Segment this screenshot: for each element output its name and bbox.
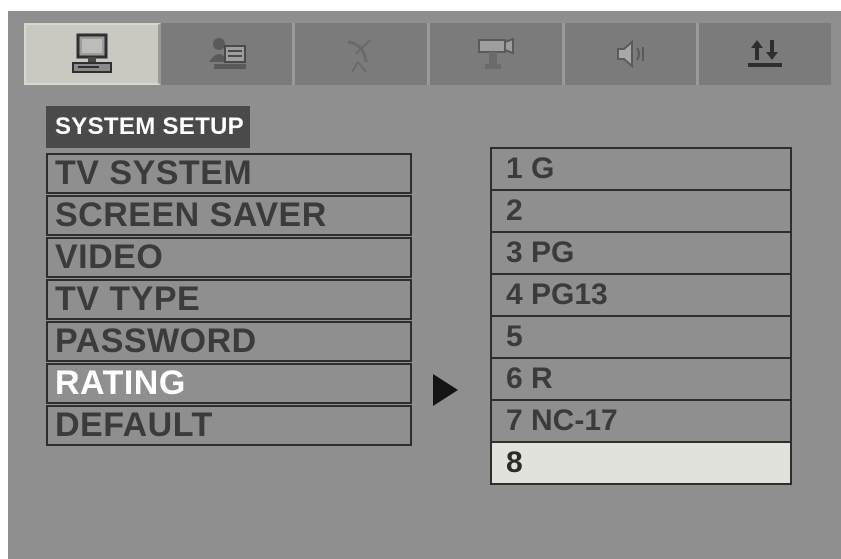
menu-item-rating[interactable]: RATING <box>46 363 412 404</box>
setup-tab-bar <box>24 23 832 85</box>
arrows-icon <box>742 32 788 76</box>
selection-arrow-icon <box>433 374 458 406</box>
rating-option-8[interactable]: 8 <box>492 443 790 483</box>
menu-item-tv-system[interactable]: TV SYSTEM <box>46 153 412 194</box>
menu-item-default[interactable]: DEFAULT <box>46 405 412 446</box>
tab-audio[interactable] <box>295 23 431 85</box>
menu-item-screen-saver[interactable]: SCREEN SAVER <box>46 195 412 236</box>
rating-option-6[interactable]: 6 R <box>492 359 790 401</box>
rating-option-5[interactable]: 5 <box>492 317 790 359</box>
setup-screen: SYSTEM SETUP TV SYSTEM SCREEN SAVER VIDE… <box>8 11 841 559</box>
camera-icon <box>473 32 519 76</box>
menu-item-password[interactable]: PASSWORD <box>46 321 412 362</box>
tab-preference[interactable] <box>699 23 832 85</box>
menu-item-video[interactable]: VIDEO <box>46 237 412 278</box>
rating-option-3[interactable]: 3 PG <box>492 233 790 275</box>
menu-item-tv-type[interactable]: TV TYPE <box>46 279 412 320</box>
tab-video[interactable] <box>430 23 565 85</box>
dish-icon <box>338 32 384 76</box>
tab-speaker[interactable] <box>564 23 700 85</box>
setup-menu: TV SYSTEM SCREEN SAVER VIDEO TV TYPE PAS… <box>46 153 412 447</box>
tab-system[interactable] <box>24 23 161 85</box>
rating-option-7[interactable]: 7 NC-17 <box>492 401 790 443</box>
tab-language[interactable] <box>160 23 296 85</box>
monitor-icon <box>69 32 115 76</box>
section-title: SYSTEM SETUP <box>46 106 250 148</box>
rating-option-4[interactable]: 4 PG13 <box>492 275 790 317</box>
rating-option-1[interactable]: 1 G <box>492 149 790 191</box>
speaker-icon <box>608 32 654 76</box>
rating-option-2[interactable]: 2 <box>492 191 790 233</box>
rating-options-list: 1 G 2 3 PG 4 PG13 5 6 R 7 NC-17 8 <box>490 147 792 485</box>
user-icon <box>204 32 250 76</box>
